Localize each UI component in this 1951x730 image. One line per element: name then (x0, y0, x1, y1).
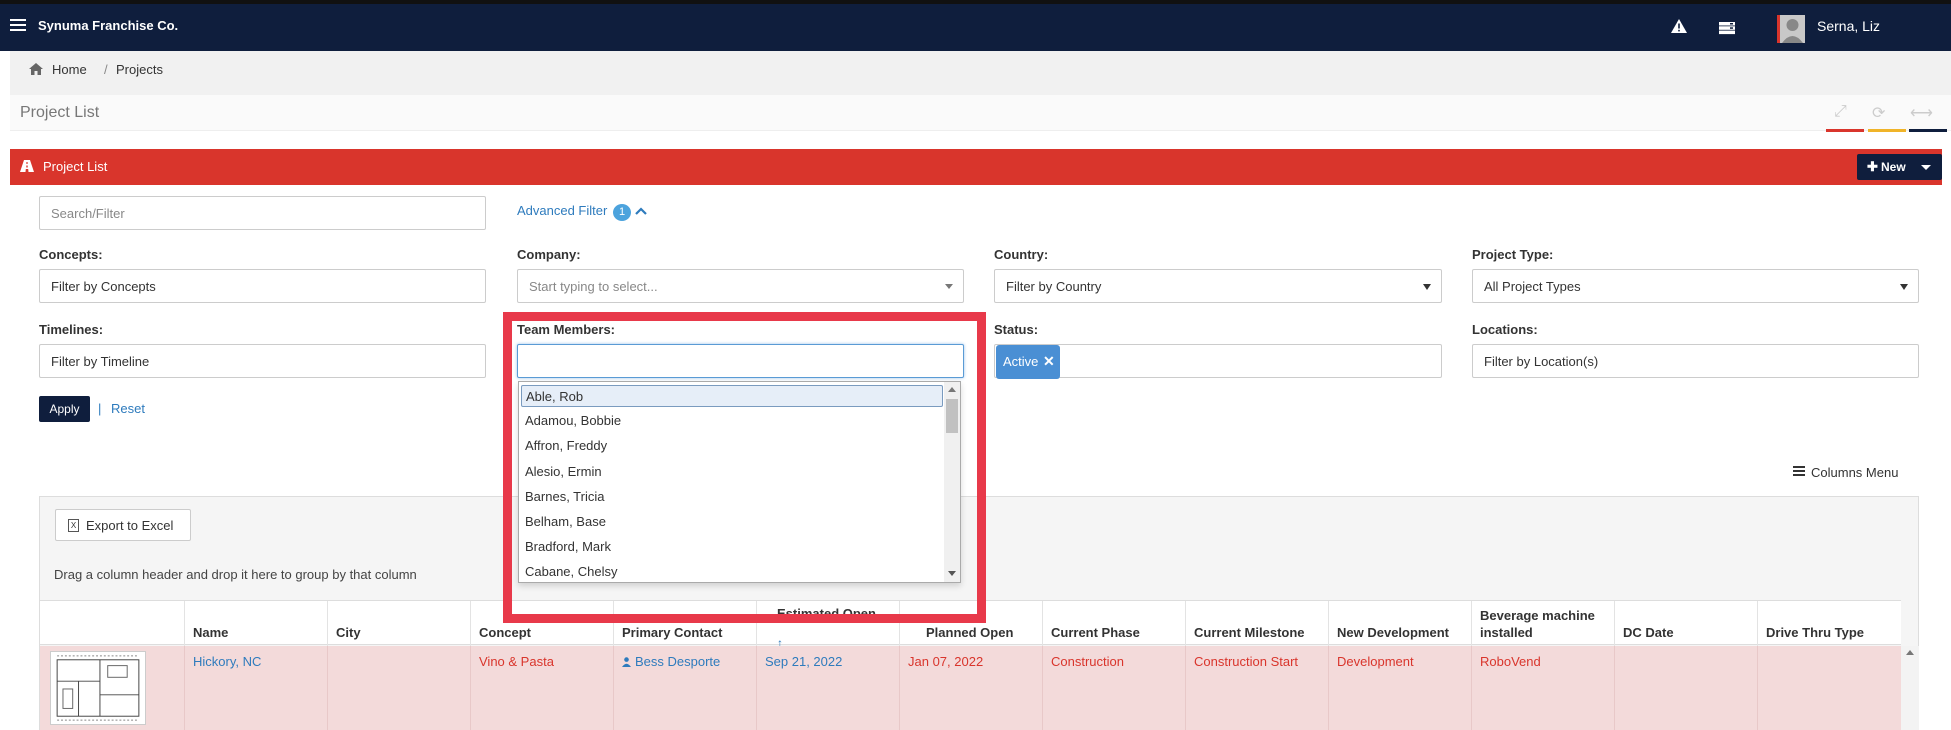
group-by-hint: Drag a column header and drop it here to… (54, 567, 417, 582)
row-new-development-cell: Development (1328, 646, 1471, 730)
chevron-up-icon[interactable] (635, 206, 647, 216)
export-label: Export to Excel (86, 518, 174, 533)
status-tag-label: Active (1003, 354, 1039, 369)
project-type-select[interactable]: All Project Types (1472, 269, 1919, 303)
grid-header-city[interactable]: City (327, 601, 470, 646)
breadcrumb: Home / Projects (10, 51, 1951, 95)
row-planned-open-cell: Jan 07, 2022 (899, 646, 1042, 730)
apply-reset-separator: | (98, 401, 102, 416)
row-current-phase-cell: Construction (1042, 646, 1185, 730)
tab-indicator-navy (1909, 129, 1947, 132)
chevron-down-icon (945, 284, 953, 289)
hamburger-icon[interactable] (10, 19, 26, 32)
row-dc-date-cell (1614, 646, 1757, 730)
reset-link[interactable]: Reset (111, 401, 145, 416)
search-input[interactable]: Search/Filter (39, 196, 486, 230)
row-estimated-open-cell: Sep 21, 2022 (756, 646, 899, 730)
project-list-header: Project List (10, 149, 1942, 185)
concepts-filter-input[interactable]: Filter by Concepts (39, 269, 486, 303)
grid-header-current-phase[interactable]: Current Phase (1042, 601, 1185, 646)
advanced-filter-count-badge: 1 (613, 204, 631, 221)
user-icon (622, 657, 631, 667)
company-select[interactable]: Start typing to select... (517, 269, 964, 303)
new-button-label: New (1881, 160, 1906, 174)
grid-header-name[interactable]: Name (184, 601, 327, 646)
page-title: Project List (20, 104, 100, 121)
table-row[interactable]: Hickory, NC Vino & Pasta Bess Desporte S… (40, 646, 1901, 730)
grid-scrollbar[interactable] (1901, 646, 1919, 730)
row-thumbnail-cell (40, 646, 184, 730)
locations-filter-input[interactable]: Filter by Location(s) (1472, 344, 1919, 378)
row-city-cell (327, 646, 470, 730)
country-label: Country: (994, 247, 1049, 262)
project-type-select-value: All Project Types (1484, 279, 1581, 294)
status-tag-active: Active ✕ (996, 345, 1060, 379)
floorplan-thumbnail[interactable] (50, 651, 146, 725)
concepts-label: Concepts: (39, 247, 103, 262)
avatar[interactable] (1777, 15, 1805, 43)
home-icon (29, 63, 43, 75)
page-title-bar: Project List ⤢ ⟳ ⟷ (10, 95, 1951, 132)
brand-name[interactable]: Synuma Franchise Co. (38, 18, 178, 33)
status-label: Status: (994, 322, 1039, 337)
row-primary-contact-cell[interactable]: Bess Desporte (613, 646, 756, 730)
timeline-filter-input[interactable]: Filter by Timeline (39, 344, 486, 378)
breadcrumb-current: Projects (116, 62, 163, 77)
user-name[interactable]: Serna, Liz (1817, 18, 1880, 34)
list-icon[interactable] (1793, 466, 1805, 476)
refresh-icon[interactable]: ⟳ (1872, 103, 1892, 122)
server-icon[interactable] (1718, 21, 1736, 35)
grid-header-new-development[interactable]: New Development (1328, 601, 1471, 646)
breadcrumb-home-link[interactable]: Home (52, 62, 87, 77)
chevron-down-icon (1423, 284, 1431, 290)
grid-header-beverage-machine[interactable]: Beverage machine installed (1471, 601, 1614, 646)
row-drive-thru-type-cell (1757, 646, 1901, 730)
collapse-icon[interactable]: ⟷ (1910, 103, 1933, 122)
top-navbar: Synuma Franchise Co. Serna, Liz (0, 0, 1951, 51)
project-type-label: Project Type: (1472, 247, 1554, 262)
chevron-down-icon (1900, 284, 1908, 290)
row-current-milestone-cell: Construction Start (1185, 646, 1328, 730)
tab-indicator-red (1826, 129, 1864, 132)
country-select[interactable]: Filter by Country (994, 269, 1442, 303)
excel-icon: X (68, 519, 79, 532)
locations-label: Locations: (1472, 322, 1538, 337)
annotation-highlight-box (503, 312, 986, 623)
timelines-label: Timelines: (39, 322, 104, 337)
tab-indicator-yellow (1868, 129, 1906, 132)
advanced-filter-toggle[interactable]: Advanced Filter (517, 203, 607, 218)
export-to-excel-button[interactable]: X Export to Excel (55, 509, 191, 541)
company-select-placeholder: Start typing to select... (529, 279, 658, 294)
expand-icon[interactable]: ⤢ (1834, 103, 1854, 121)
chevron-down-icon[interactable] (1921, 165, 1931, 170)
project-list-title: Project List (43, 159, 108, 174)
row-concept-cell: Vino & Pasta (470, 646, 613, 730)
close-icon[interactable]: ✕ (1043, 353, 1055, 370)
warning-icon[interactable] (1670, 18, 1688, 34)
breadcrumb-separator: / (104, 62, 108, 77)
company-label: Company: (517, 247, 581, 262)
primary-contact-link[interactable]: Bess Desporte (635, 654, 720, 669)
plus-icon: ✚ (1867, 159, 1878, 174)
grid-header-thumbnail (40, 601, 184, 646)
new-project-button[interactable]: ✚ New (1857, 154, 1942, 180)
row-name-cell[interactable]: Hickory, NC (184, 646, 327, 730)
grid-header-dc-date[interactable]: DC Date (1614, 601, 1757, 646)
apply-button[interactable]: Apply (39, 396, 90, 422)
scroll-up-icon[interactable] (1906, 650, 1914, 655)
road-icon (20, 160, 34, 172)
row-beverage-machine-cell: RoboVend (1471, 646, 1614, 730)
country-select-value: Filter by Country (1006, 279, 1102, 294)
grid-header-drive-thru-type[interactable]: Drive Thru Type (1757, 601, 1901, 646)
status-multiselect[interactable] (994, 344, 1442, 378)
columns-menu-button[interactable]: Columns Menu (1811, 465, 1898, 480)
grid-header-current-milestone[interactable]: Current Milestone (1185, 601, 1328, 646)
